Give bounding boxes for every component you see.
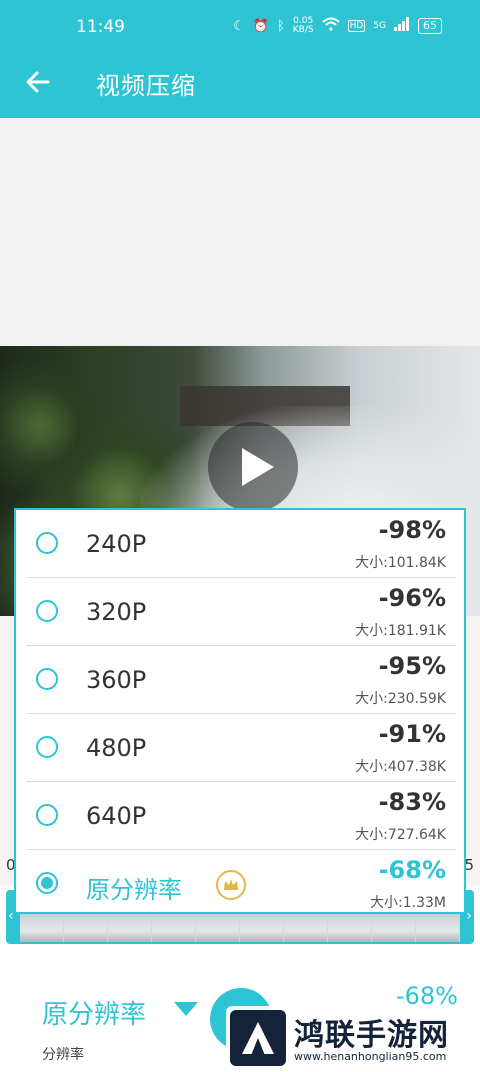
status-time: 11:49 xyxy=(76,17,125,37)
alarm-icon: ⏰ xyxy=(252,18,269,34)
radio-button[interactable] xyxy=(36,736,58,758)
network-speed-unit: KB/S xyxy=(292,25,314,35)
file-size: 大小:1.33M xyxy=(370,895,446,911)
radio-button-checked[interactable] xyxy=(36,872,58,894)
resolution-label: 640P xyxy=(86,802,147,830)
status-icons: ☾ ⏰ ᛒ 0.05 KB/S HD 5G 65 xyxy=(233,17,442,35)
bluetooth-icon: ᛒ xyxy=(276,18,285,34)
file-size: 大小:230.59K xyxy=(355,691,446,707)
hd-badge: HD xyxy=(347,20,366,32)
timeline-frame xyxy=(416,914,460,942)
resolution-option-240p[interactable]: 240P -98% 大小:101.84K xyxy=(26,510,456,578)
play-button[interactable] xyxy=(208,422,298,512)
resolution-popup: 240P -98% 大小:101.84K 320P -96% 大小:181.91… xyxy=(14,508,466,914)
resolution-label: 240P xyxy=(86,530,147,558)
resolution-option-360p[interactable]: 360P -95% 大小:230.59K xyxy=(26,646,456,714)
timeline-frames xyxy=(20,914,460,942)
file-size: 大小:101.84K xyxy=(355,555,446,571)
play-icon xyxy=(242,448,274,486)
radio-button[interactable] xyxy=(36,532,58,554)
compression-percent: -83% xyxy=(378,788,446,816)
timeline-frame xyxy=(372,914,416,942)
radio-button[interactable] xyxy=(36,600,58,622)
resolution-label: 480P xyxy=(86,734,147,762)
resolution-caption: 分辨率 xyxy=(42,1047,84,1063)
page-title: 视频压缩 xyxy=(96,72,196,100)
status-bar: 11:49 ☾ ⏰ ᛒ 0.05 KB/S HD 5G 65 xyxy=(0,0,480,56)
resolution-selector[interactable]: 原分辨率 xyxy=(42,994,146,1031)
site-watermark: 鸿联手游网 www.henanhonglian95.com xyxy=(226,1006,474,1068)
compression-percent: -91% xyxy=(378,720,446,748)
arrow-left-icon[interactable] xyxy=(22,66,54,98)
timeline-left-handle[interactable]: ‹ xyxy=(8,908,14,924)
dropdown-arrow-icon[interactable] xyxy=(174,1002,198,1016)
radio-button[interactable] xyxy=(36,668,58,690)
timeline-frame xyxy=(20,914,64,942)
timeline-frame xyxy=(328,914,372,942)
resolution-option-original[interactable]: 原分辨率 -68% 大小:1.33M xyxy=(26,850,456,918)
resolution-option-480p[interactable]: 480P -91% 大小:407.38K xyxy=(26,714,456,782)
timeline-frame xyxy=(152,914,196,942)
resolution-label: 320P xyxy=(86,598,147,626)
resolution-option-320p[interactable]: 320P -96% 大小:181.91K xyxy=(26,578,456,646)
watermark-text: 鸿联手游网 xyxy=(294,1018,449,1053)
app-bar: 视频压缩 xyxy=(0,56,480,118)
compression-percent: -95% xyxy=(378,652,446,680)
signal-badge: 5G xyxy=(373,21,386,31)
compression-percent: -68% xyxy=(378,856,446,884)
signal-icon xyxy=(394,17,410,35)
file-size: 大小:407.38K xyxy=(355,759,446,775)
crown-icon xyxy=(216,870,246,900)
resolution-label: 360P xyxy=(86,666,147,694)
resolution-option-640p[interactable]: 640P -83% 大小:727.64K xyxy=(26,782,456,850)
radio-button[interactable] xyxy=(36,804,58,826)
watermark-url: www.henanhonglian95.com xyxy=(294,1050,447,1063)
compression-percent: -98% xyxy=(378,516,446,544)
resolution-label: 原分辨率 xyxy=(86,876,182,904)
battery-indicator: 65 xyxy=(418,18,442,34)
network-speed: 0.05 KB/S xyxy=(293,17,314,35)
timeline-frame xyxy=(284,914,328,942)
timeline-frame xyxy=(240,914,284,942)
file-size: 大小:181.91K xyxy=(355,623,446,639)
watermark-logo xyxy=(230,1010,286,1066)
timeline-frame xyxy=(196,914,240,942)
wifi-icon xyxy=(321,17,340,35)
timeline-frame xyxy=(108,914,152,942)
timeline-right-handle[interactable]: › xyxy=(466,908,472,924)
compression-percent: -96% xyxy=(378,584,446,612)
file-size: 大小:727.64K xyxy=(355,827,446,843)
timeline-frame xyxy=(64,914,108,942)
moon-icon: ☾ xyxy=(233,18,245,34)
preview-background xyxy=(0,118,480,346)
